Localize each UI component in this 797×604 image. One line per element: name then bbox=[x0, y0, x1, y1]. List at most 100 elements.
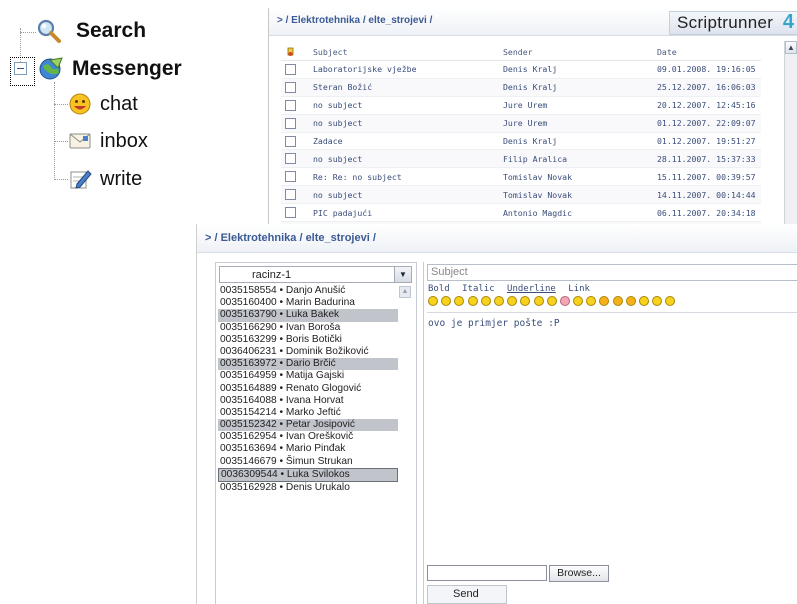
smiley-icon[interactable] bbox=[454, 296, 465, 306]
row-checkbox[interactable] bbox=[285, 117, 296, 129]
list-item[interactable]: 0035163972 • Dario Brčić bbox=[218, 358, 398, 371]
tree-item-chat[interactable]: chat bbox=[68, 92, 138, 116]
tree-item-inbox[interactable]: inbox bbox=[68, 129, 148, 153]
list-item[interactable]: 0036309544 • Luka Svilokos bbox=[218, 467, 398, 482]
table-row[interactable]: Steran Božić Denis Kralj 25.12.2007. 16:06… bbox=[281, 78, 761, 97]
smiley-icon[interactable] bbox=[546, 296, 557, 306]
list-item[interactable]: 0035164088 • Ivana Horvat bbox=[218, 395, 398, 407]
list-item[interactable]: 0035154214 • Marko Jeftić bbox=[218, 407, 398, 419]
list-item[interactable]: 0035163299 • Boris Botički bbox=[218, 334, 398, 346]
table-row[interactable]: no subject Tomislav Novak 14.11.2007. 00:1… bbox=[281, 185, 761, 205]
list-item[interactable]: 0035166290 • Ivan Boroša bbox=[218, 322, 398, 334]
message-body-field[interactable] bbox=[427, 312, 797, 563]
row-checkbox[interactable] bbox=[285, 99, 296, 111]
tree-item-messenger[interactable]: Messenger bbox=[38, 56, 182, 82]
send-button[interactable]: Send bbox=[427, 585, 507, 604]
list-item[interactable]: 0035152342 • Petar Josipović bbox=[218, 419, 398, 432]
subject-cell[interactable]: Laboratorijske vježbe bbox=[312, 60, 502, 79]
list-item[interactable]: 0035158554 • Danjo Anušić bbox=[218, 285, 398, 297]
smiley-icon[interactable] bbox=[639, 296, 649, 306]
breadcrumb[interactable]: > / Elektrotehnika / elte_strojevi / bbox=[205, 232, 376, 244]
smiley-icon[interactable] bbox=[428, 296, 438, 306]
list-item[interactable]: 0035162954 • Ivan Oreškovič bbox=[218, 431, 398, 443]
list-item[interactable]: 0036406231 • Dominik Božiković bbox=[218, 346, 398, 358]
bold-button[interactable]: Bold bbox=[428, 284, 450, 294]
row-checkbox[interactable] bbox=[285, 63, 296, 75]
list-item[interactable]: 0035164889 • Renato Glogović bbox=[218, 383, 398, 395]
table-row[interactable]: PIC padajući Antonio Magdic 06.11.2007. 20… bbox=[281, 203, 761, 223]
subject-cell[interactable]: no subject bbox=[312, 96, 502, 115]
table-row[interactable]: no subject Filip Aralica 28.11.2007. 15:37… bbox=[281, 149, 761, 169]
date-cell: 20.12.2007. 12:45:16 bbox=[656, 96, 761, 115]
column-header-sender[interactable]: Sender bbox=[502, 44, 656, 61]
date-cell: 25.12.2007. 16:06:03 bbox=[656, 78, 761, 97]
table-row[interactable]: Zadace Denis Kralj 01.12.2007. 19:51:27 bbox=[281, 132, 761, 151]
row-checkbox[interactable] bbox=[285, 81, 296, 93]
subject-cell[interactable]: Re: Re: no subject bbox=[312, 167, 502, 187]
recipient-pane: racinz-1 ▼ 0035158554 • Danjo Anušić 0035… bbox=[215, 262, 417, 604]
collapse-toggle[interactable] bbox=[14, 62, 27, 75]
row-checkbox[interactable] bbox=[285, 135, 296, 147]
table-row[interactable]: no subject Jure Urem 01.12.2007. 22:09:07 bbox=[281, 114, 761, 133]
recipient-list-scrollbar[interactable]: ▲ bbox=[398, 285, 412, 604]
row-checkbox[interactable] bbox=[285, 189, 296, 201]
smiley-icon[interactable] bbox=[625, 296, 636, 306]
message-body-text: ovo je primjer pošte :P bbox=[428, 318, 560, 329]
table-row[interactable]: Re: Re: no subject Tomislav Novak 15.11.20… bbox=[281, 167, 761, 187]
smiley-icon[interactable] bbox=[652, 296, 663, 306]
scroll-up-icon[interactable]: ▲ bbox=[399, 286, 411, 298]
smiley-icon[interactable] bbox=[493, 296, 504, 306]
link-button[interactable]: Link bbox=[568, 284, 590, 294]
row-checkbox[interactable] bbox=[285, 207, 296, 219]
smiley-icon[interactable] bbox=[586, 296, 597, 306]
smiley-icon[interactable] bbox=[480, 296, 491, 306]
table-row[interactable]: Laboratorijske vježbe Denis Kralj 09.01.20… bbox=[281, 60, 761, 79]
tree-item-search[interactable]: Search bbox=[36, 18, 146, 44]
smiley-icon[interactable] bbox=[520, 296, 531, 306]
row-checkbox[interactable] bbox=[285, 171, 296, 183]
column-header-date[interactable]: Date bbox=[656, 44, 761, 61]
table-row[interactable]: no subject Jure Urem 20.12.2007. 12:45:16 bbox=[281, 96, 761, 115]
subject-cell[interactable]: Zadace bbox=[312, 132, 502, 151]
browse-button[interactable]: Browse... bbox=[549, 565, 609, 582]
smiley-icon[interactable] bbox=[612, 296, 623, 306]
scroll-up-icon[interactable]: ▲ bbox=[785, 41, 797, 54]
subject-cell[interactable]: no subject bbox=[312, 185, 502, 205]
row-checkbox[interactable] bbox=[285, 153, 296, 165]
smiley-icon[interactable] bbox=[441, 296, 452, 306]
list-item[interactable]: 0035160400 • Marin Badurina bbox=[218, 297, 398, 309]
column-header-subject[interactable]: Subject bbox=[312, 44, 502, 61]
chevron-down-icon[interactable]: ▼ bbox=[394, 267, 411, 282]
subject-cell[interactable]: Steran Božić bbox=[312, 78, 502, 97]
date-cell: 01.12.2007. 19:51:27 bbox=[656, 132, 761, 151]
list-item[interactable]: 0035163694 • Mario Pinđak bbox=[218, 443, 398, 455]
breadcrumb[interactable]: > / Elektrotehnika / elte_strojevi / bbox=[277, 15, 432, 26]
smiley-icon[interactable] bbox=[559, 296, 570, 306]
smiley-icon[interactable] bbox=[665, 296, 676, 306]
row-checkbox-cell bbox=[281, 78, 312, 97]
smiley-icon[interactable] bbox=[573, 296, 584, 306]
smiley-icon[interactable] bbox=[467, 296, 478, 306]
smiley-icon[interactable] bbox=[507, 296, 518, 306]
list-item[interactable]: 0035163790 • Luka Bakek bbox=[218, 309, 398, 322]
underline-button[interactable]: Underline bbox=[507, 284, 556, 294]
recipient-list[interactable]: 0035158554 • Danjo Anušić 0035160400 • Ma… bbox=[218, 285, 398, 494]
row-checkbox-cell bbox=[281, 203, 312, 223]
subject-cell[interactable]: PIC padajući bbox=[312, 203, 502, 223]
message-editor: Subject Bold Italic Underline Link ovo j… bbox=[423, 262, 797, 604]
subject-cell[interactable]: no subject bbox=[312, 114, 502, 133]
list-item[interactable]: 0035164959 • Matija Gajski bbox=[218, 370, 398, 382]
group-select[interactable]: racinz-1 ▼ bbox=[219, 266, 412, 283]
smiley-icon[interactable] bbox=[599, 296, 610, 306]
globe-check-icon bbox=[39, 57, 63, 80]
sender-cell: Tomislav Novak bbox=[502, 167, 656, 187]
subject-cell[interactable]: no subject bbox=[312, 149, 502, 169]
italic-button[interactable]: Italic bbox=[462, 284, 495, 294]
subject-input[interactable]: Subject bbox=[427, 264, 797, 281]
tree-item-write[interactable]: write bbox=[68, 167, 142, 191]
list-item[interactable]: 0035162928 • Denis Urukalo bbox=[218, 482, 398, 494]
tree-item-label: chat bbox=[100, 92, 138, 115]
attachment-file-input[interactable] bbox=[427, 565, 547, 581]
smiley-icon[interactable] bbox=[533, 296, 544, 306]
list-item[interactable]: 0035146679 • Šimun Strukan bbox=[218, 456, 398, 468]
